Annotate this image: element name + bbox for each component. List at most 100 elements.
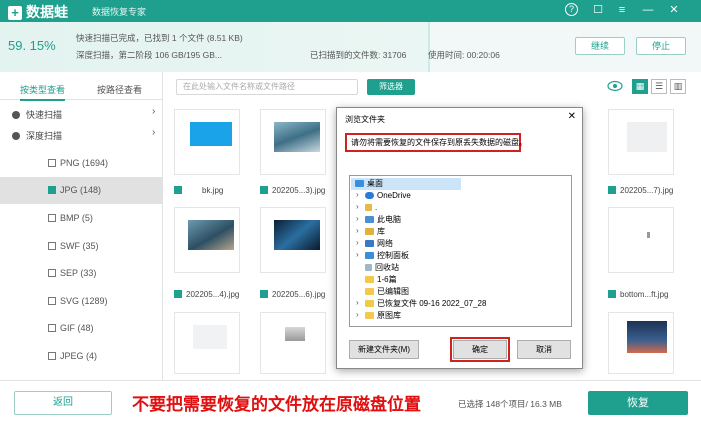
tree-item-network[interactable]: 网络 [365, 238, 393, 250]
file-thumbnail[interactable] [174, 207, 240, 273]
grid-view-icon[interactable]: ▦ [632, 79, 648, 94]
thumbnail-image [627, 321, 667, 353]
file-item-label[interactable]: 202205...3).jpg [260, 186, 325, 195]
tree-item-folder[interactable]: 原图库 [365, 310, 401, 322]
checkbox[interactable] [174, 186, 182, 194]
chevron-right-icon[interactable]: › [152, 127, 155, 138]
checkbox[interactable] [48, 297, 56, 305]
folder-tree[interactable]: 桌面 › OneDrive › . › 此电脑 › 库 › 网络 › 控制面板 … [349, 175, 572, 327]
tree-item-user[interactable]: . [365, 202, 377, 214]
checkbox[interactable] [48, 159, 56, 167]
continue-button[interactable]: 继续 [575, 37, 625, 55]
expand-arrow-icon[interactable]: › [356, 214, 359, 223]
tree-label: 回收站 [375, 263, 399, 272]
list-view-icon[interactable]: ☰ [651, 79, 667, 94]
file-item-label[interactable]: 202205...6).jpg [260, 290, 325, 299]
dialog-title: 浏览文件夹 [345, 115, 385, 124]
checkbox[interactable] [260, 290, 268, 298]
app-logo: + 数据蛙 [8, 2, 68, 22]
tree-label: 原图库 [377, 311, 401, 320]
cancel-button[interactable]: 取消 [517, 340, 571, 359]
folder-icon [365, 300, 374, 307]
file-thumbnail[interactable] [174, 109, 240, 175]
expand-arrow-icon[interactable]: › [356, 226, 359, 235]
bottom-bar: 返回 不要把需要恢复的文件放在原磁盘位置 已选择 148个项目/ 16.3 MB… [0, 380, 701, 424]
file-item-label[interactable]: 202205...7).jpg [608, 186, 673, 195]
tree-item-library[interactable]: 库 [365, 226, 385, 238]
quick-scan-item[interactable]: 快速扫描 [12, 108, 62, 121]
file-thumbnail[interactable] [608, 109, 674, 175]
tree-label: 已恢复文件 09-16 2022_07_28 [377, 299, 487, 308]
checkbox[interactable] [260, 186, 268, 194]
desktop-icon [355, 180, 364, 187]
checkbox[interactable] [48, 242, 56, 250]
tree-item-onedrive[interactable]: OneDrive [365, 190, 411, 202]
computer-icon [365, 216, 374, 223]
expand-arrow-icon[interactable]: › [356, 298, 359, 307]
filetype-item-jpeg[interactable]: JPEG (4) [0, 343, 162, 370]
checkbox[interactable] [48, 269, 56, 277]
checkbox[interactable] [608, 186, 616, 194]
filter-button[interactable]: 筛选器 [367, 79, 415, 95]
filetype-label: PNG (1694) [60, 158, 109, 168]
tree-item-control-panel[interactable]: 控制面板 [365, 250, 409, 262]
search-input[interactable]: 在此处输入文件名称或文件路径 [176, 79, 358, 95]
file-item-label[interactable]: bottom...ft.jpg [608, 290, 668, 299]
menu-icon[interactable]: ≡ [614, 2, 630, 18]
file-thumbnail[interactable] [260, 207, 326, 273]
expand-arrow-icon[interactable]: › [356, 238, 359, 247]
filetype-item-bmp[interactable]: BMP (5) [0, 205, 162, 232]
checkbox[interactable] [608, 290, 616, 298]
file-thumbnail[interactable] [260, 109, 326, 175]
filetype-item-sep[interactable]: SEP (33) [0, 260, 162, 287]
tree-item-desktop[interactable]: 桌面 [351, 178, 461, 190]
deep-scan-label: 深度扫描 [26, 131, 63, 141]
stop-button[interactable]: 停止 [636, 37, 686, 55]
feedback-icon[interactable]: ☐ [590, 2, 606, 18]
filetype-item-gif[interactable]: GIF (48) [0, 315, 162, 342]
tab-by-type[interactable]: 按类型查看 [20, 83, 66, 101]
file-thumbnail[interactable] [608, 312, 674, 374]
checkbox[interactable] [48, 352, 56, 360]
selection-info: 已选择 148个项目/ 16.3 MB [458, 399, 562, 409]
file-name: 202205...7).jpg [620, 186, 674, 195]
filetype-item-svg[interactable]: SVG (1289) [0, 288, 162, 315]
detail-view-icon[interactable]: ▥ [670, 79, 686, 94]
tab-by-path[interactable]: 按路径查看 [97, 83, 142, 96]
tree-item-folder[interactable]: 已恢复文件 09-16 2022_07_28 [365, 298, 486, 310]
thumbnail-image [274, 122, 320, 152]
ok-button[interactable]: 确定 [453, 340, 507, 359]
expand-arrow-icon[interactable]: › [356, 250, 359, 259]
tree-item-this-pc[interactable]: 此电脑 [365, 214, 401, 226]
checkbox[interactable] [174, 290, 182, 298]
back-button[interactable]: 返回 [14, 391, 112, 415]
filetype-item-jpg[interactable]: JPG (148) [0, 177, 162, 204]
file-thumbnail[interactable] [174, 312, 240, 374]
expand-arrow-icon[interactable]: › [356, 310, 359, 319]
deep-scan-item[interactable]: 深度扫描 [12, 129, 62, 142]
chevron-right-icon[interactable]: › [152, 106, 155, 117]
tree-item-folder[interactable]: 已编辑图 [365, 286, 409, 298]
tree-label: 桌面 [367, 179, 383, 188]
eye-icon[interactable] [607, 80, 623, 94]
file-item-label[interactable]: 202205...4).jpg [174, 290, 239, 299]
dialog-close-icon[interactable]: ✕ [568, 111, 576, 122]
help-icon[interactable]: ? [565, 3, 578, 16]
tree-item-folder[interactable]: 1-6篇 [365, 274, 397, 286]
file-thumbnail[interactable] [608, 207, 674, 273]
checkbox[interactable] [48, 214, 56, 222]
file-item-label[interactable]: bk.jpg [174, 186, 223, 195]
expand-arrow-icon[interactable]: › [356, 190, 359, 199]
filetype-item-swf[interactable]: SWF (35) [0, 233, 162, 260]
tree-item-recycle-bin[interactable]: 回收站 [365, 262, 399, 274]
filetype-item-png[interactable]: PNG (1694) [0, 150, 162, 177]
recover-button[interactable]: 恢复 [588, 391, 688, 415]
minimize-icon[interactable]: — [640, 2, 656, 18]
checkbox[interactable] [48, 324, 56, 332]
expand-arrow-icon[interactable]: › [356, 202, 359, 211]
new-folder-button[interactable]: 新建文件夹(M) [349, 340, 419, 359]
close-icon[interactable]: ✕ [666, 2, 682, 18]
checkbox[interactable] [48, 186, 56, 194]
file-thumbnail[interactable] [260, 312, 326, 374]
scan-progress-bar [0, 22, 430, 72]
